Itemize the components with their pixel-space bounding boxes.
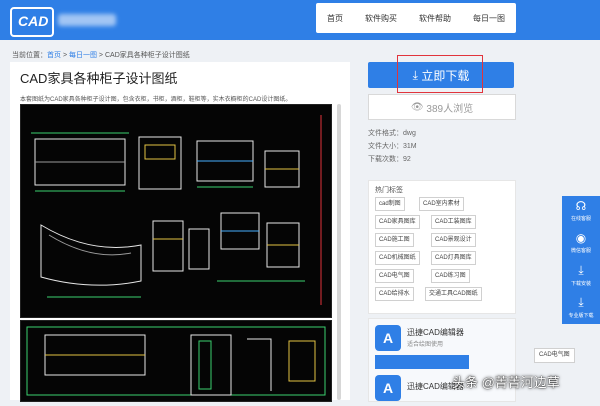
tag-item[interactable]: cad制图 (375, 197, 405, 211)
tag-item[interactable]: CAD灯具图库 (431, 251, 476, 265)
preview-scrollbar[interactable] (337, 104, 341, 400)
file-size: 文件大小：31M (368, 143, 417, 150)
nav-daily[interactable]: 每日一图 (473, 13, 505, 24)
wechat-icon: ◉ (575, 231, 587, 245)
pro-download-button[interactable]: ⤓ 专业版下载 (562, 292, 600, 324)
float-label: 专业版下载 (568, 313, 594, 319)
tag-item[interactable]: CAD施工图 (375, 233, 414, 247)
views-label: 389人浏览 (426, 103, 474, 115)
cad-logo[interactable]: CAD (10, 7, 54, 37)
breadcrumb-home[interactable]: 首页 (47, 52, 61, 59)
tag-item[interactable]: CAD电气图 (375, 269, 414, 283)
breadcrumb-prefix: 当前位置： (12, 52, 47, 59)
floating-service-bar: ☊ 在线客服 ◉ 微信客服 ⤓ 下载安装 ⤓ 专业版下载 (562, 196, 600, 324)
tag-item[interactable]: CAD练习图 (431, 269, 470, 283)
breadcrumb-sep: > (96, 52, 105, 59)
page-title: CAD家具各种柜子设计图纸 (20, 71, 178, 86)
tag-item[interactable]: CAD工装图库 (431, 215, 476, 229)
float-label: 在线客服 (570, 216, 591, 222)
tag-item[interactable]: CAD家具图库 (375, 215, 420, 229)
breadcrumb-daily[interactable]: 每日一图 (69, 52, 97, 59)
watermark: 头条 @菁菁河边草 (452, 375, 560, 390)
breadcrumb-current: CAD家具各种柜子设计图纸 (104, 52, 190, 59)
download-count: 下载次数：92 (368, 156, 411, 163)
blurred-brand-name (58, 14, 116, 26)
nav-help[interactable]: 软件帮助 (419, 13, 451, 24)
tag-item[interactable]: 交通工具CAD图纸 (425, 287, 482, 301)
tag-item[interactable]: CAD室内素材 (419, 197, 464, 211)
online-service-button[interactable]: ☊ 在线客服 (562, 196, 600, 228)
download-icon: ⤓ (578, 295, 584, 309)
tag-item[interactable]: CAD景观设计 (431, 233, 476, 247)
wechat-service-button[interactable]: ◉ 微信客服 (562, 228, 600, 260)
red-highlight-box (397, 55, 483, 93)
nav-home[interactable]: 首页 (327, 13, 343, 24)
download-install-button[interactable]: ⤓ 下载安装 (562, 260, 600, 292)
cad-app-icon: A (375, 375, 401, 401)
breadcrumb-sep: > (61, 52, 69, 59)
article-description: 本套图纸为CAD家具各种柜子设计图，包含衣柜，书柜，酒柜，鞋柜等，实木衣橱柜的C… (20, 97, 292, 103)
tag-item[interactable]: CAD机械图纸 (375, 251, 420, 265)
cad-drawing-lines-2 (26, 326, 326, 396)
logo-text: CAD (18, 13, 49, 29)
tag-item[interactable]: CAD电气图 (534, 348, 575, 363)
ad-download-button[interactable] (375, 355, 469, 369)
main-nav: 首页 软件购买 软件帮助 每日一图 (316, 3, 516, 33)
ad-title: 迅捷CAD编辑器 (407, 328, 464, 337)
top-header: CAD 首页 软件购买 软件帮助 每日一图 (0, 0, 600, 40)
article-panel: CAD家具各种柜子设计图纸 本套图纸为CAD家具各种柜子设计图，包含衣柜，书柜，… (10, 62, 350, 402)
float-label: 微信客服 (570, 248, 591, 254)
eye-icon: 👁 (410, 101, 427, 113)
file-format: 文件格式：dwg (368, 130, 416, 137)
download-icon: ⤓ (578, 263, 584, 277)
views-counter: 👁 389人浏览 (368, 94, 516, 120)
breadcrumb: 当前位置：首页 > 每日一图 > CAD家具各种柜子设计图纸 (12, 50, 190, 60)
ad-subtitle: 适合绘图使用 (407, 342, 444, 348)
tag-item[interactable]: CAD给排水 (375, 287, 414, 301)
cad-app-icon: A (375, 325, 401, 351)
hot-tags-panel: 热门标签 cad制图 CAD室内素材 CAD家具图库 CAD工装图库 CAD施工… (368, 180, 516, 314)
nav-buy[interactable]: 软件购买 (365, 13, 397, 24)
headset-icon: ☊ (575, 199, 587, 213)
float-label: 下载安装 (570, 281, 591, 287)
cad-drawing-lines (31, 115, 322, 305)
cad-drawing-preview[interactable] (20, 104, 332, 318)
hot-tags-title: 热门标签 (375, 187, 403, 194)
cad-drawing-preview-2[interactable] (20, 320, 332, 402)
